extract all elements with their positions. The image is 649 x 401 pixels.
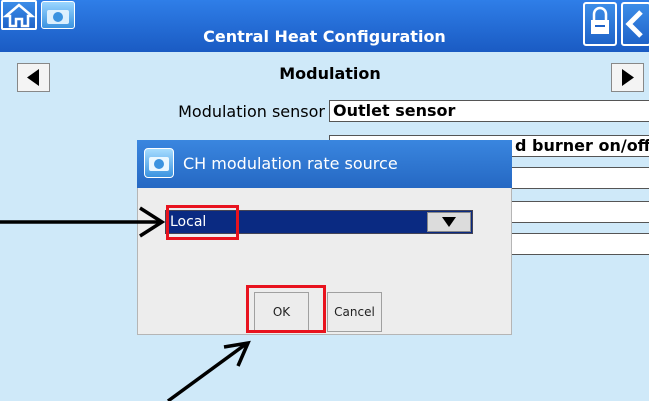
- arrow-to-select: [0, 206, 166, 238]
- annotation-arrows: [0, 206, 251, 401]
- arrow-to-ok: [166, 340, 251, 401]
